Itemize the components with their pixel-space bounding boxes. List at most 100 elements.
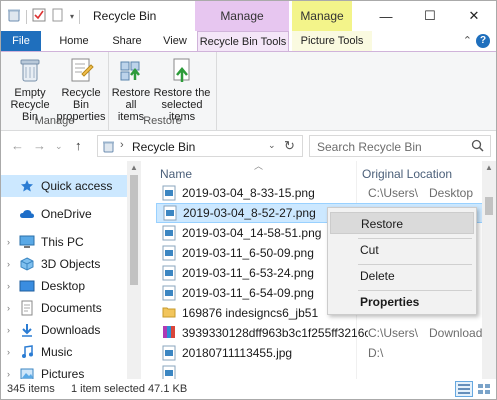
- file-list-scrollbar[interactable]: ▲: [482, 161, 496, 379]
- context-menu-cut[interactable]: Cut: [330, 239, 474, 261]
- nav-item-pictures[interactable]: › Pictures: [1, 363, 127, 379]
- context-menu-restore[interactable]: Restore: [330, 212, 474, 234]
- file-row[interactable]: 3939330128dff963b3c1f255ff3216c... C:\Us…: [156, 323, 496, 343]
- restore-selected-items-button[interactable]: Restore the selected items: [151, 56, 213, 123]
- qat-dropdown-icon[interactable]: ▾: [70, 12, 74, 21]
- scroll-up-arrow-icon[interactable]: ▲: [130, 163, 138, 172]
- tab-file[interactable]: File: [1, 31, 41, 51]
- nav-scrollbar[interactable]: ▲: [127, 161, 141, 379]
- restore-group: Restore all items Restore the selected i…: [109, 52, 217, 130]
- column-header-original-location[interactable]: Original Location: [362, 167, 452, 181]
- status-bar: 345 items 1 item selected 47.1 KB: [1, 379, 496, 399]
- expand-chevron-icon[interactable]: ›: [7, 281, 17, 291]
- png-file-icon: [162, 185, 176, 201]
- file-original-location-folder: Desktop: [429, 186, 474, 200]
- nav-item-this-pc[interactable]: › This PC: [1, 231, 127, 253]
- column-header-name[interactable]: Name: [160, 167, 192, 181]
- file-name: 2019-03-04_8-33-15.png: [182, 186, 315, 200]
- nav-item-label: Documents: [41, 301, 102, 315]
- recent-locations-chevron-icon[interactable]: ⌄: [55, 141, 63, 152]
- up-arrow-icon[interactable]: ↑: [75, 138, 82, 153]
- nav-item-onedrive[interactable]: OneDrive: [1, 203, 127, 225]
- file-row[interactable]: 20180711113455.jpg D:\: [156, 343, 496, 363]
- address-row: ← → ⌄ ↑ › Recycle Bin ⌄ ↻ Search Recycle…: [1, 132, 496, 160]
- empty-recycle-bin-button[interactable]: Empty Recycle Bin: [5, 56, 55, 123]
- expand-chevron-icon[interactable]: ›: [7, 259, 17, 269]
- forward-arrow-icon[interactable]: →: [33, 138, 46, 153]
- details-view-icon[interactable]: [455, 381, 473, 397]
- file-name: 3939330128dff963b3c1f255ff3216c...: [182, 326, 368, 340]
- toolbar-divider: [26, 9, 27, 24]
- scroll-up-arrow-icon[interactable]: ▲: [485, 163, 493, 172]
- expand-chevron-icon[interactable]: ›: [7, 325, 17, 335]
- nav-item-quick-access[interactable]: Quick access: [1, 175, 127, 197]
- nav-item-label: Pictures: [41, 367, 85, 379]
- tab-share[interactable]: Share: [105, 31, 149, 51]
- expand-chevron-icon[interactable]: ›: [7, 347, 17, 357]
- chevron-up-icon[interactable]: ⌃: [463, 34, 472, 47]
- file-list-scrollbar-thumb[interactable]: [485, 197, 493, 215]
- nav-item-documents[interactable]: › Documents: [1, 297, 127, 319]
- context-menu-properties[interactable]: Properties: [330, 291, 474, 313]
- recycle-bin-icon: [7, 8, 21, 25]
- file-original-location: C:\Users\: [368, 186, 419, 200]
- nav-item-desktop[interactable]: › Desktop: [1, 275, 127, 297]
- empty-recycle-bin-icon: [16, 56, 44, 84]
- restore-all-icon: [117, 56, 145, 84]
- tab-home[interactable]: Home: [51, 31, 97, 51]
- file-row[interactable]: 2019-03-04_8-33-15.png C:\Users\ Desktop: [156, 183, 496, 203]
- quick-access-toolbar: ▾: [7, 8, 81, 25]
- nav-item-downloads[interactable]: › Downloads: [1, 319, 127, 341]
- nav-item-label: Downloads: [41, 323, 101, 337]
- help-icon[interactable]: ?: [476, 34, 490, 48]
- ribbon-tab-row: File Home Share View Recycle Bin Tools P…: [1, 31, 496, 51]
- nav-item-label: This PC: [41, 235, 84, 249]
- tab-picture-tools[interactable]: Picture Tools: [292, 31, 372, 51]
- file-original-location-folder: Download: [429, 326, 483, 340]
- breadcrumb-chevron-icon[interactable]: ›: [120, 139, 124, 151]
- breadcrumb-path[interactable]: Recycle Bin: [132, 140, 195, 154]
- back-arrow-icon[interactable]: ←: [11, 138, 24, 153]
- refresh-icon[interactable]: ↻: [284, 138, 295, 154]
- restore-group-label: Restore: [143, 115, 182, 127]
- expand-chevron-icon[interactable]: ›: [7, 369, 17, 379]
- nav-item-music[interactable]: › Music: [1, 341, 127, 363]
- maximize-button[interactable]: ☐: [408, 1, 452, 31]
- expand-chevron-icon[interactable]: ›: [7, 237, 17, 247]
- nav-item-label: OneDrive: [41, 207, 92, 221]
- expand-chevron-icon[interactable]: ›: [7, 303, 17, 313]
- properties-check-icon[interactable]: [32, 8, 46, 25]
- search-icon[interactable]: [471, 139, 484, 155]
- png-file-icon: [163, 205, 177, 221]
- desktop-icon: [19, 278, 35, 294]
- window-controls: — ☐ ✕: [364, 1, 496, 31]
- context-menu-delete[interactable]: Delete: [330, 265, 474, 287]
- restore-all-items-button[interactable]: Restore all items: [111, 56, 151, 123]
- star-icon: [19, 178, 35, 194]
- minimize-button[interactable]: —: [364, 1, 408, 31]
- search-placeholder: Search Recycle Bin: [317, 140, 422, 154]
- manage-context-header-recycle: Manage: [195, 1, 289, 31]
- file-row[interactable]: [156, 363, 496, 379]
- tab-recycle-bin-tools[interactable]: Recycle Bin Tools: [197, 31, 289, 51]
- png-file-icon: [162, 285, 176, 301]
- tab-view[interactable]: View: [155, 31, 195, 51]
- address-dropdown-icon[interactable]: ⌄: [268, 140, 276, 151]
- recycle-bin-icon: [102, 140, 115, 156]
- archive-file-icon: [162, 325, 176, 341]
- new-folder-icon[interactable]: [51, 8, 65, 25]
- nav-scrollbar-thumb[interactable]: [130, 175, 138, 285]
- selection-info: 1 item selected 47.1 KB: [71, 383, 188, 395]
- manage-group-label: Manage: [34, 115, 75, 127]
- properties-icon: [67, 56, 95, 84]
- nav-item-3d-objects[interactable]: › 3D Objects: [1, 253, 127, 275]
- close-button[interactable]: ✕: [452, 1, 496, 31]
- cloud-icon: [19, 206, 35, 222]
- recycle-bin-properties-button[interactable]: Recycle Bin properties: [55, 56, 107, 123]
- pictures-icon: [19, 366, 35, 379]
- item-count: 345 items: [7, 383, 55, 395]
- large-icons-view-icon[interactable]: [475, 381, 493, 397]
- sort-ascending-icon[interactable]: ︿: [254, 161, 263, 172]
- search-input[interactable]: Search Recycle Bin: [309, 135, 491, 157]
- address-bar[interactable]: › Recycle Bin ⌄ ↻: [97, 135, 303, 157]
